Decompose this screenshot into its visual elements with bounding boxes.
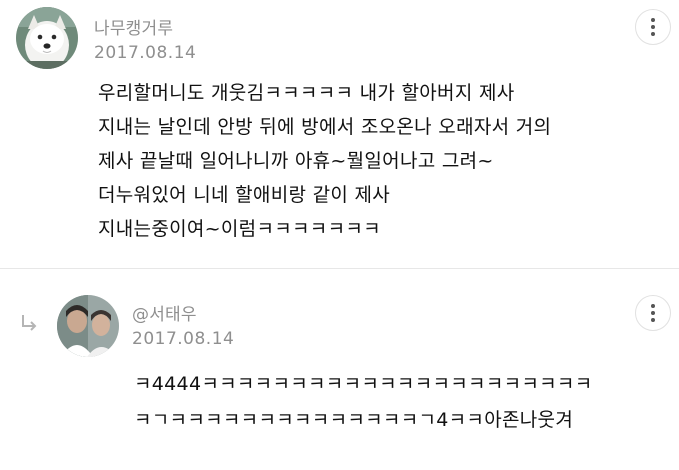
- reply-arrow-icon: [22, 315, 37, 331]
- person-avatar-icon: [57, 295, 119, 357]
- author-name[interactable]: @서태우: [132, 300, 197, 325]
- comment-body-line: 지내는 날인데 안방 뒤에 방에서 조오온나 오래자서 거의: [98, 116, 552, 138]
- comment-body-line: ㅋ4444ㅋㅋㅋㅋㅋㅋㅋㅋㅋㅋㅋㅋㅋㅋㅋㅋㅋㅋㅋㅋㅋㅋ: [134, 373, 593, 395]
- comment-date: 2017.08.14: [94, 43, 197, 63]
- comment-body-line: 지내는중이여~이럼ㅋㅋㅋㅋㅋㅋㅋ: [98, 218, 381, 240]
- more-options-button[interactable]: [635, 295, 671, 331]
- white-dog-avatar-icon: [16, 7, 78, 69]
- comment-body: ㅋ4444ㅋㅋㅋㅋㅋㅋㅋㅋㅋㅋㅋㅋㅋㅋㅋㅋㅋㅋㅋㅋㅋㅋ ㅋㄱㅋㅋㅋㅋㅋㅋㅋㅋㅋㅋ…: [134, 366, 593, 438]
- more-vertical-icon: [651, 18, 655, 36]
- comment-item: 나무캥거루 2017.08.14 우리할머니도 개웃김ㅋㅋㅋㅋㅋ 내가 할아버지…: [0, 0, 679, 268]
- comment-body-line: 더누워있어 니네 할애비랑 같이 제사: [98, 184, 391, 206]
- comment-body: 우리할머니도 개웃김ㅋㅋㅋㅋㅋ 내가 할아버지 제사 지내는 날인데 안방 뒤에…: [98, 76, 551, 246]
- author-name[interactable]: 나무캥거루: [94, 14, 173, 39]
- more-options-button[interactable]: [635, 9, 671, 45]
- comment-body-line: 제사 끝날때 일어나니까 아휴~뭘일어나고 그려~: [98, 150, 494, 172]
- more-vertical-icon: [651, 304, 655, 322]
- comment-body-line: ㅋㄱㅋㅋㅋㅋㅋㅋㅋㅋㅋㅋㅋㅋㅋㅋㄱ4ㅋㅋ아존나웃겨: [134, 409, 574, 431]
- author-avatar[interactable]: [57, 295, 119, 357]
- comment-divider: [0, 268, 679, 269]
- comment-body-line: 우리할머니도 개웃김ㅋㅋㅋㅋㅋ 내가 할아버지 제사: [98, 82, 515, 104]
- reply-comment-item: @서태우 2017.08.14 ㅋ4444ㅋㅋㅋㅋㅋㅋㅋㅋㅋㅋㅋㅋㅋㅋㅋㅋㅋㅋㅋ…: [0, 270, 679, 470]
- author-avatar[interactable]: [16, 7, 78, 69]
- comment-date: 2017.08.14: [132, 329, 235, 349]
